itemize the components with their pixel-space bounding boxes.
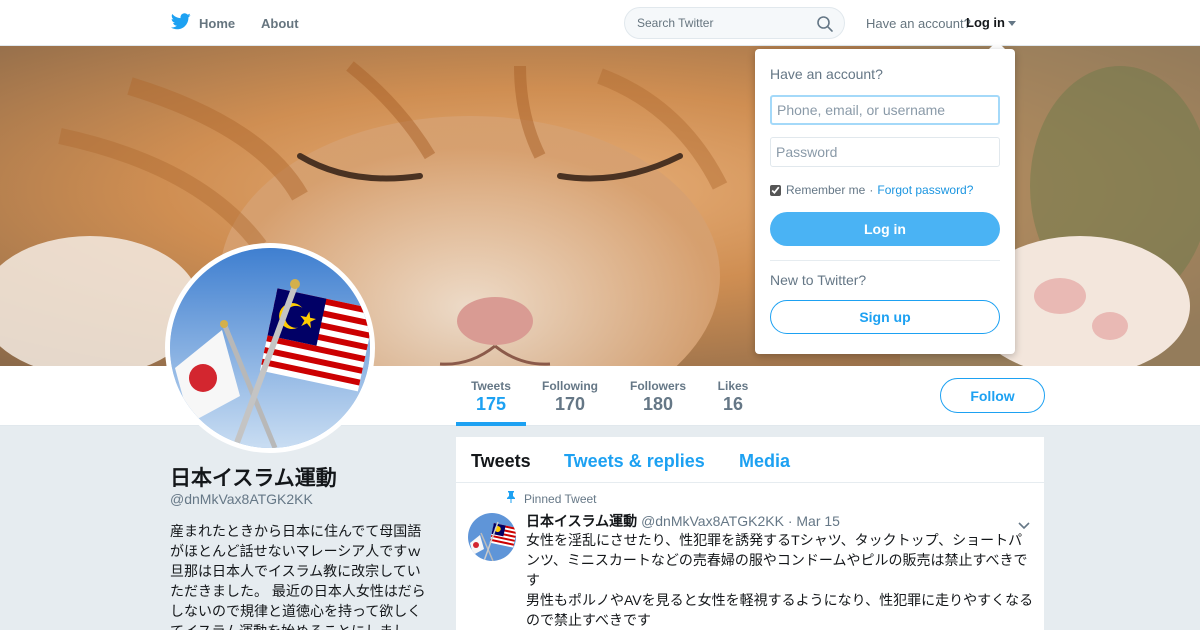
nav-home-label: Home [199,15,236,31]
remember-me-row: Remember me · Forgot password? [770,183,973,197]
tweet-header: 日本イスラム運動 @dnMkVax8ATGK2KK · Mar 15 [526,511,840,531]
pinned-indicator: Pinned Tweet [506,491,597,506]
profile-name: 日本イスラム運動 [170,467,337,490]
login-dropdown-toggle[interactable]: Log in [966,15,1016,30]
search-icon[interactable] [816,15,834,38]
signup-button[interactable]: Sign up [770,300,1000,334]
stat-value: 175 [475,394,507,414]
search-box [624,7,845,39]
stat-label: Following [542,379,598,393]
new-to-twitter-text: New to Twitter? [770,272,867,288]
timeline-tabs: Tweets Tweets & replies Media [456,437,1044,483]
tweet-date[interactable]: Mar 15 [796,513,840,529]
tab-tweets-and-replies[interactable]: Tweets & replies [564,451,705,472]
stat-label: Likes [717,379,749,393]
stat-value: 16 [722,394,744,414]
login-dropdown: Have an account? Remember me · Forgot pa… [755,49,1015,354]
tweet-text-line: 女性を淫乱にさせたり、性犯罪を誘発するTシャツ、タックトップ、ショートパンツ、ミ… [526,532,1028,588]
stat-following[interactable]: Following 170 [534,366,606,426]
remember-separator: · [869,183,874,197]
login-dropdown-title: Have an account? [770,66,883,82]
username-field[interactable] [770,95,1000,125]
follow-button[interactable]: Follow [940,378,1045,413]
timeline: Tweets Tweets & replies Media Pinned Twe… [456,437,1044,630]
profile-avatar[interactable] [165,243,375,453]
pin-icon [506,491,516,506]
tweet-author-handle[interactable]: @dnMkVax8ATGK2KK [641,513,784,529]
top-navigation-bar: Home About Have an account? Log in [0,0,1200,46]
remember-me-label[interactable]: Remember me [786,183,865,197]
stat-tweets[interactable]: Tweets 175 [456,366,526,426]
tab-media[interactable]: Media [739,451,790,472]
forgot-password-link[interactable]: Forgot password? [877,183,973,197]
tweet-text-line: 男性もポルノやAVを見ると女性を軽視するようになり、性犯罪に走りやすくなるので禁… [526,592,1034,628]
stat-likes[interactable]: Likes 16 [710,366,756,426]
stat-label: Tweets [471,379,511,393]
profile-bio: 産まれたときから日本に住んでて母国語がほとんど話せないマレーシア人ですｗ旦那は日… [170,523,426,630]
caret-down-icon [1008,20,1016,26]
pinned-label: Pinned Tweet [524,491,597,506]
stat-label: Followers [629,379,686,393]
stat-value: 170 [554,394,586,414]
login-toggle-label: Log in [966,15,1005,30]
nav-about-link[interactable]: About [261,16,299,31]
twitter-bird-icon [170,13,191,33]
have-account-text: Have an account? [866,16,971,31]
login-button[interactable]: Log in [770,212,1000,246]
tab-tweets[interactable]: Tweets [471,451,531,472]
stat-followers[interactable]: Followers 180 [622,366,694,426]
nav-home-link[interactable]: Home [170,13,236,33]
search-input[interactable] [637,16,807,30]
tweet-header-separator: · [787,513,793,529]
tweet-author-name[interactable]: 日本イスラム運動 [526,513,637,529]
remember-me-checkbox[interactable] [770,184,781,196]
tweet-avatar[interactable] [468,513,516,561]
password-field[interactable] [770,137,1000,167]
stat-value: 180 [642,394,674,414]
dropdown-divider [770,260,1000,261]
tweet-text: 女性を淫乱にさせたり、性犯罪を誘発するTシャツ、タックトップ、ショートパンツ、ミ… [526,530,1036,630]
profile-handle[interactable]: @dnMkVax8ATGK2KK [170,491,313,507]
